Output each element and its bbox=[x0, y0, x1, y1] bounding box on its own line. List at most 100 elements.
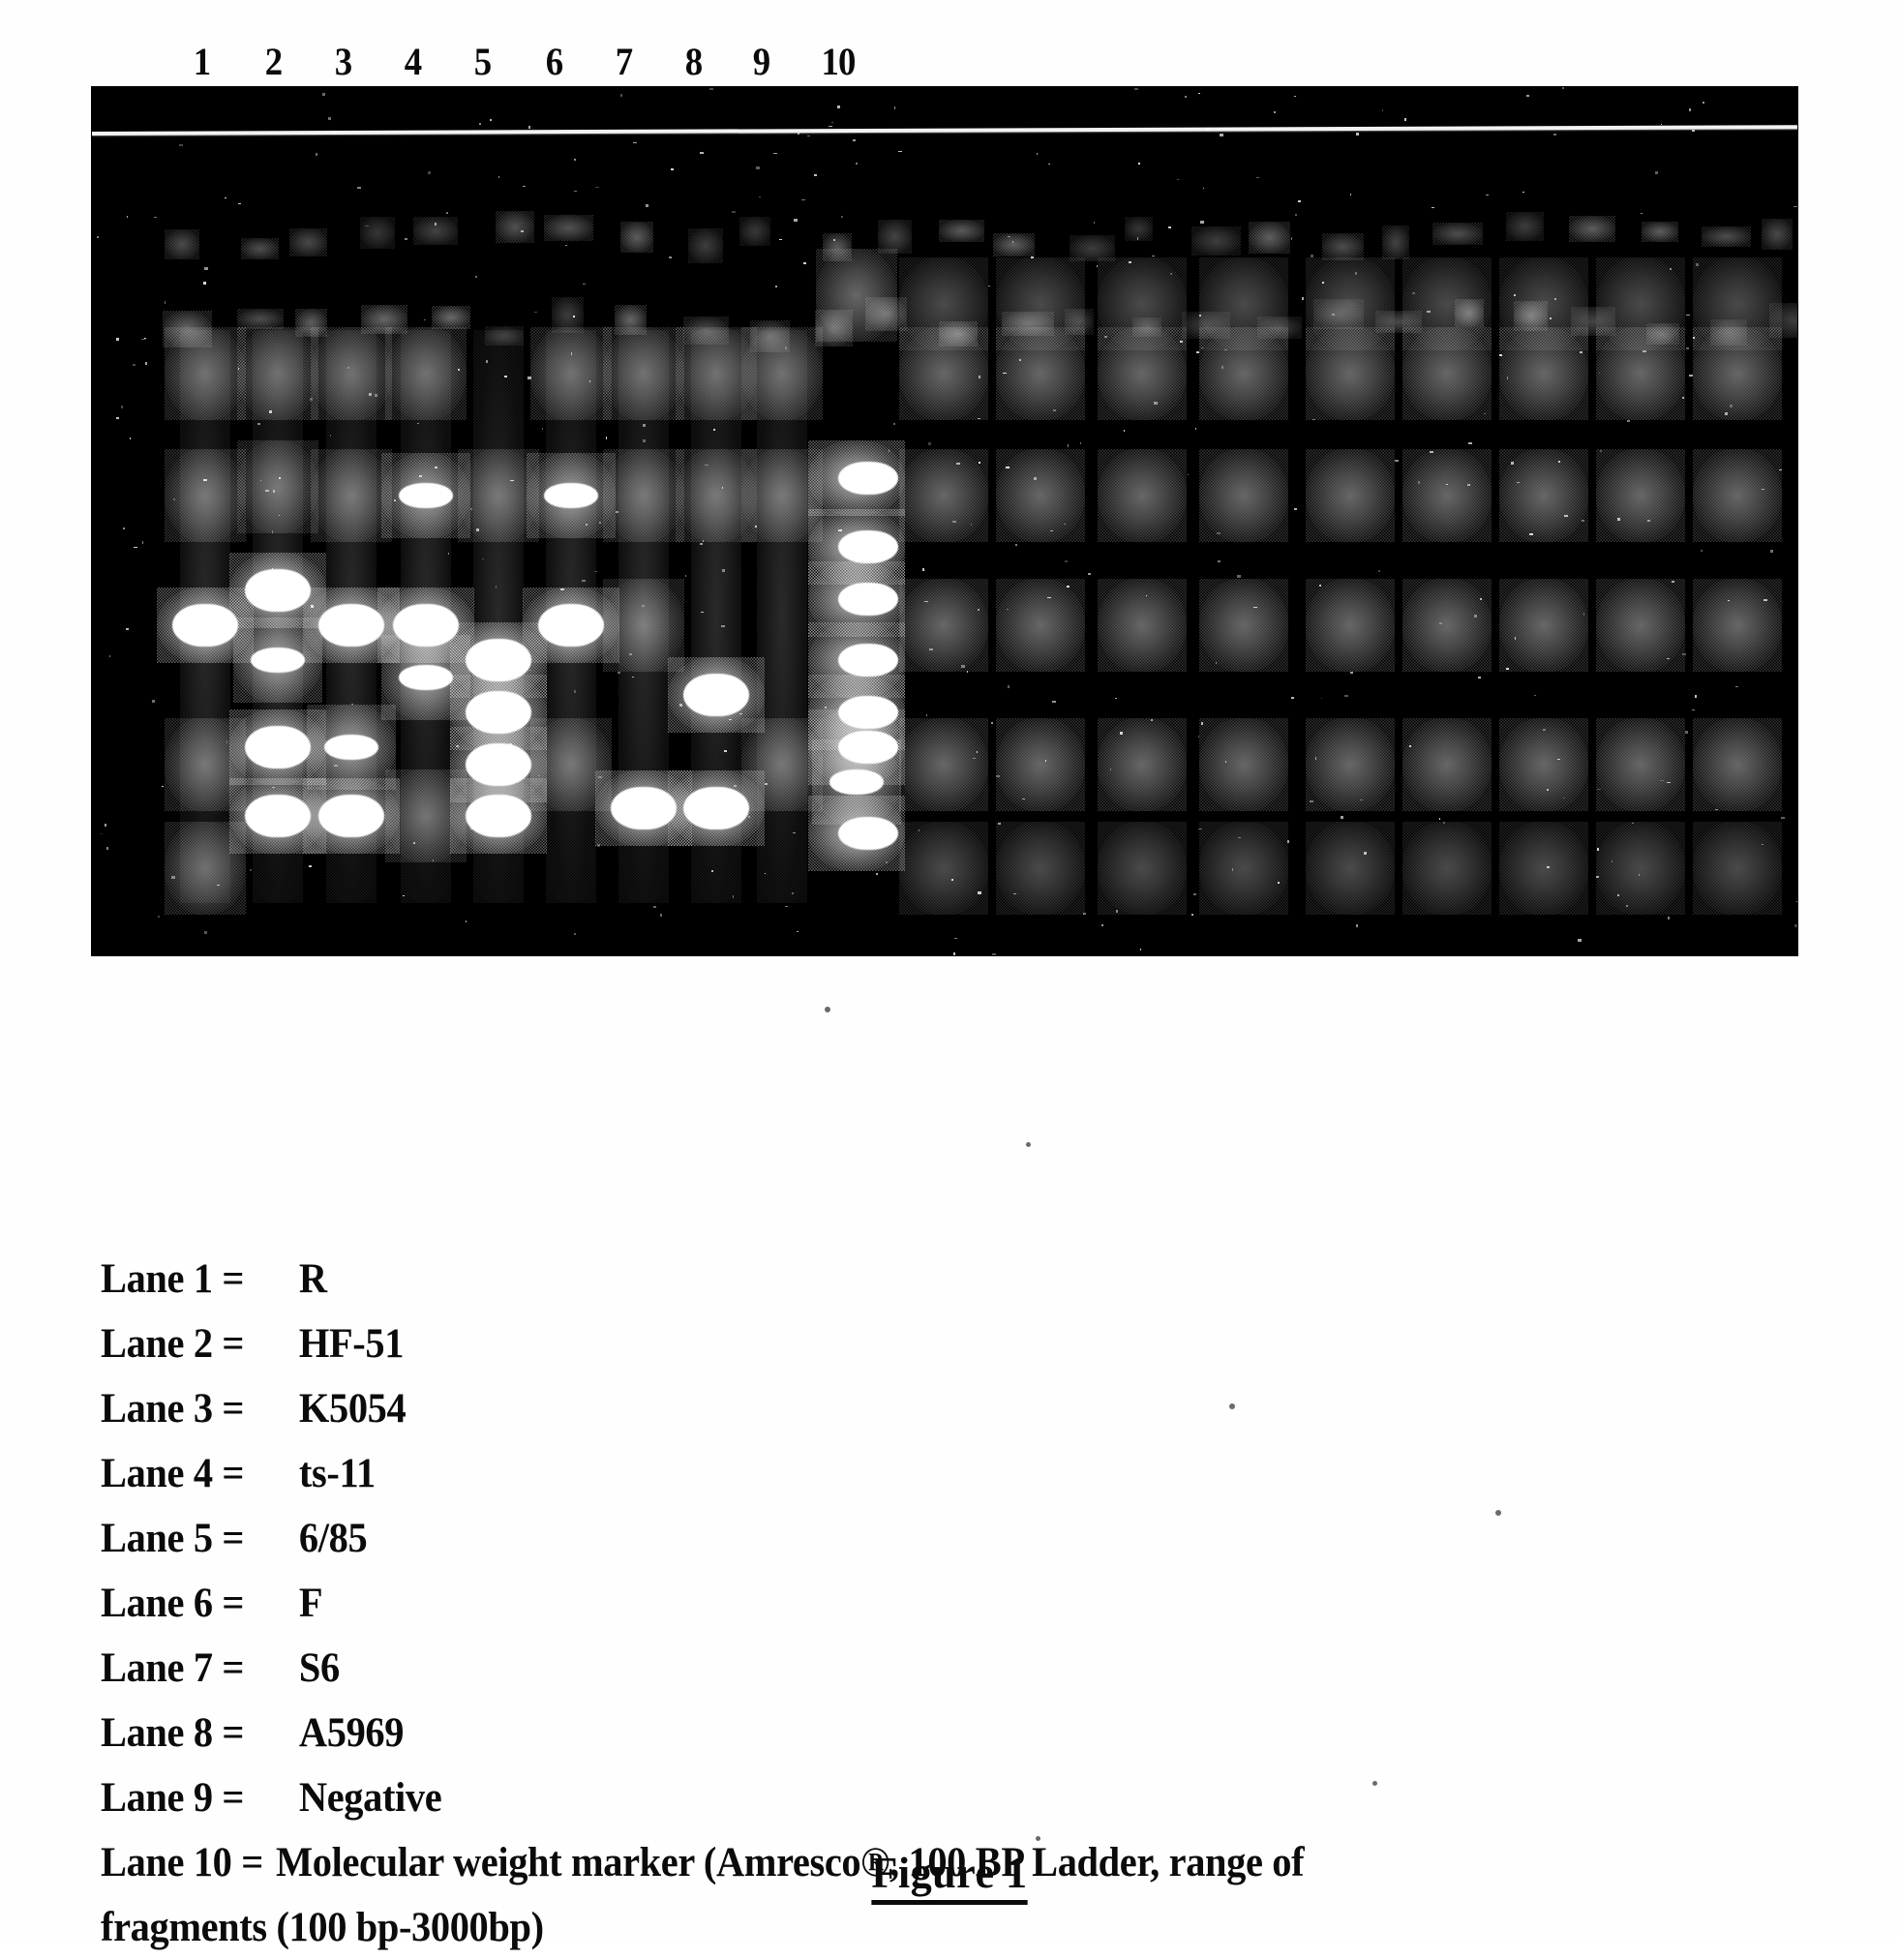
gel-lane-streak bbox=[757, 330, 807, 904]
gel-smear bbox=[996, 579, 1085, 673]
gel-smear bbox=[1499, 822, 1588, 916]
gel-lane-streak bbox=[618, 330, 669, 904]
gel-smear bbox=[682, 317, 730, 346]
gel-smear bbox=[687, 228, 723, 263]
gel-smear bbox=[1199, 717, 1288, 811]
gel-smear bbox=[899, 448, 988, 542]
gel-smear bbox=[237, 308, 285, 329]
gel-smear bbox=[551, 296, 585, 333]
gel-electrophoresis-image bbox=[92, 87, 1797, 955]
gel-smear bbox=[1710, 319, 1747, 346]
gel-smear bbox=[1306, 717, 1395, 811]
gel-band bbox=[829, 769, 884, 795]
gel-smear bbox=[1098, 822, 1187, 916]
legend-lane-label-4: Lane 4 = bbox=[101, 1451, 245, 1496]
gel-smear bbox=[1132, 317, 1161, 338]
lane-number-10: 10 bbox=[821, 40, 857, 83]
gel-smear bbox=[1191, 226, 1242, 256]
gel-smear bbox=[938, 320, 978, 347]
gel-smear bbox=[1693, 579, 1782, 673]
gel-smear bbox=[1381, 225, 1410, 260]
gel-smear bbox=[288, 227, 327, 257]
legend-row-3: Lane 3 = K5054 bbox=[101, 1376, 1465, 1441]
legend-row-7: Lane 7 = S6 bbox=[101, 1636, 1465, 1701]
lane-number-4: 4 bbox=[404, 40, 422, 83]
gel-smear bbox=[360, 305, 407, 334]
gel-smear bbox=[1499, 448, 1588, 542]
gel-smear bbox=[1645, 323, 1680, 346]
gel-smear bbox=[822, 233, 852, 261]
gel-smear bbox=[543, 215, 594, 241]
legend-lane-label-3: Lane 3 = bbox=[101, 1386, 245, 1432]
gel-smear bbox=[1402, 717, 1492, 811]
gel-smear bbox=[1569, 216, 1616, 242]
lane-number-8: 8 bbox=[684, 40, 703, 83]
gel-smear bbox=[240, 237, 280, 260]
gel-smear bbox=[1596, 448, 1685, 542]
gel-lane-streak bbox=[691, 330, 741, 904]
gel-smear bbox=[939, 219, 985, 243]
gel-smear bbox=[1402, 579, 1492, 673]
gel-smear bbox=[1098, 579, 1187, 673]
gel-smear bbox=[877, 219, 913, 254]
gel-smear bbox=[899, 822, 988, 916]
gel-smear bbox=[1199, 579, 1288, 673]
gel-smear bbox=[1641, 221, 1679, 242]
gel-lanes-area bbox=[92, 87, 1797, 955]
gel-smear bbox=[996, 717, 1085, 811]
gel-smear bbox=[1306, 579, 1395, 673]
gel-smear bbox=[1098, 448, 1187, 542]
lane-number-7: 7 bbox=[615, 40, 633, 83]
gel-smear bbox=[1181, 312, 1230, 340]
figure-caption: Figure 1 bbox=[0, 1847, 1899, 1905]
gel-smear bbox=[1454, 299, 1485, 327]
gel-smear bbox=[1248, 221, 1291, 255]
gel-smear bbox=[864, 296, 908, 332]
lane-number-2: 2 bbox=[264, 40, 283, 83]
gel-smear bbox=[165, 229, 199, 260]
lane-number-5: 5 bbox=[473, 40, 492, 83]
gel-lane-streak bbox=[546, 330, 596, 904]
gel-smear bbox=[1693, 717, 1782, 811]
gel-smear bbox=[993, 232, 1036, 256]
gel-band bbox=[838, 530, 898, 564]
scan-speck bbox=[1026, 1142, 1031, 1147]
legend-row-4: Lane 4 = ts-11 bbox=[101, 1441, 1465, 1506]
legend-row-5: Lane 5 = 6/85 bbox=[101, 1506, 1465, 1571]
gel-smear bbox=[1256, 316, 1302, 339]
gel-smear bbox=[1769, 302, 1797, 339]
document-page: 1 2 3 4 5 6 7 8 9 10 Lane 1 = R Lane 2 = HF-51 Lane 3… bbox=[0, 0, 1899, 1950]
gel-smear bbox=[1322, 232, 1365, 260]
legend-lane-value-4: ts-11 bbox=[298, 1451, 376, 1496]
gel-smear bbox=[495, 211, 534, 243]
lane-number-6: 6 bbox=[545, 40, 563, 83]
gel-smear bbox=[1070, 234, 1116, 261]
gel-smear bbox=[163, 311, 212, 347]
gel-smear bbox=[1499, 257, 1588, 351]
scan-speck bbox=[825, 1007, 830, 1012]
scan-speck bbox=[1372, 1781, 1377, 1786]
gel-lane-streak bbox=[473, 330, 524, 904]
gel-lane-streak bbox=[326, 330, 377, 904]
legend-lane-value-2: HF-51 bbox=[298, 1321, 405, 1367]
gel-smear bbox=[739, 216, 771, 246]
scan-speck bbox=[1229, 1403, 1235, 1409]
gel-smear bbox=[1596, 822, 1685, 916]
gel-lane-streak bbox=[253, 330, 303, 904]
gel-smear bbox=[413, 216, 459, 246]
gel-smear bbox=[1596, 579, 1685, 673]
gel-smear bbox=[996, 822, 1085, 916]
gel-smear bbox=[1701, 226, 1752, 247]
gel-smear bbox=[899, 717, 988, 811]
legend-continuation-line: fragments (100 bp-3000bp) bbox=[101, 1905, 544, 1950]
legend-row-8: Lane 8 = A5969 bbox=[101, 1701, 1465, 1765]
gel-lane-streak bbox=[401, 330, 451, 904]
gel-smear bbox=[620, 222, 654, 253]
legend-row-9: Lane 9 = Negative bbox=[101, 1765, 1465, 1830]
gel-smear bbox=[1693, 822, 1782, 916]
legend-lane-label-2: Lane 2 = bbox=[101, 1321, 245, 1367]
legend-lane-label-7: Lane 7 = bbox=[101, 1645, 245, 1691]
gel-smear bbox=[1199, 822, 1288, 916]
legend-row-2: Lane 2 = HF-51 bbox=[101, 1312, 1465, 1376]
gel-smear bbox=[1513, 301, 1549, 332]
